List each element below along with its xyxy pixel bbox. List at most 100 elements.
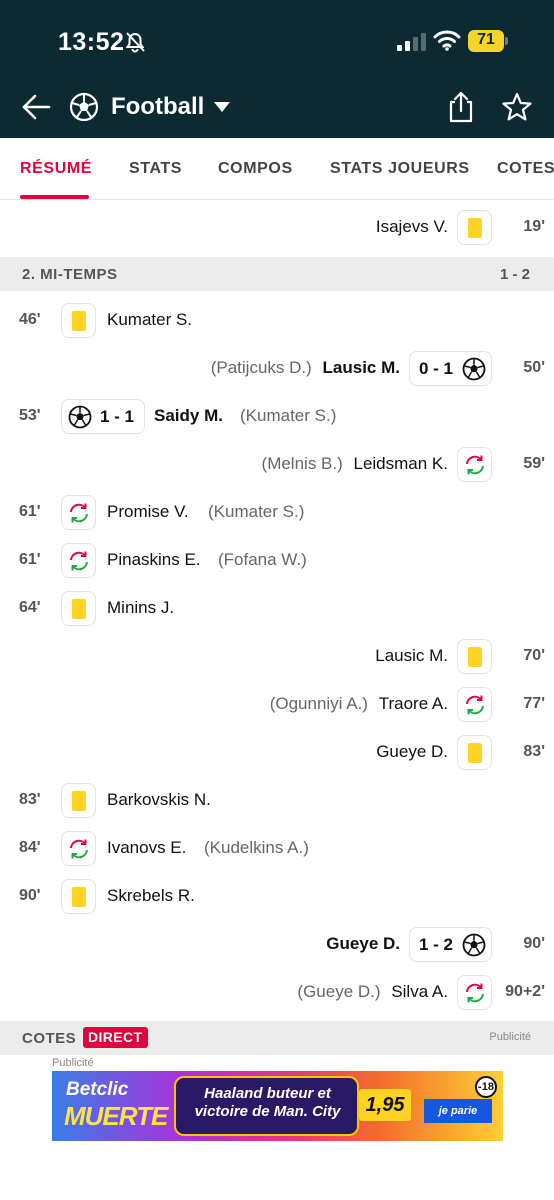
signal-icon bbox=[397, 33, 426, 51]
half-score: 1 - 2 bbox=[499, 266, 530, 283]
event-player: Lausic M. bbox=[375, 646, 448, 665]
ad-cta-button[interactable]: je parie bbox=[424, 1099, 492, 1123]
tab-resume[interactable]: RÉSUMÉ bbox=[20, 160, 92, 178]
event-row: 83' Barkovskis N. bbox=[0, 777, 554, 825]
sport-selector-title[interactable]: Football bbox=[111, 93, 204, 121]
event-minute: 90' bbox=[523, 935, 545, 952]
substitution-icon bbox=[61, 495, 96, 530]
event-player: Minins J. bbox=[107, 598, 175, 617]
ad-banner[interactable]: Betclic MUERTE Haaland buteur et victoir… bbox=[52, 1071, 503, 1141]
live-badge: DIRECT bbox=[83, 1027, 148, 1048]
event-player: Saidy M. bbox=[154, 406, 223, 425]
event-player-group: (Melnis B.) Leidsman K. bbox=[262, 454, 448, 474]
status-bar: 13:52 71 bbox=[0, 0, 554, 78]
age-restriction-badge: -18 bbox=[475, 1076, 497, 1098]
event-player: Traore A. bbox=[378, 694, 448, 713]
ad-label: Publicité bbox=[489, 1031, 531, 1043]
event-player-group: (Patijcuks D.) Lausic M. bbox=[211, 358, 400, 378]
tab-compos[interactable]: COMPOS bbox=[218, 160, 293, 178]
event-player: Ivanovs E. bbox=[107, 838, 187, 857]
event-row: Gueye D. 83' bbox=[0, 729, 554, 777]
event-row: Gueye D. 1 - 2 90' bbox=[0, 921, 554, 969]
ad-odd-value[interactable]: 1,95 bbox=[359, 1089, 411, 1121]
football-icon[interactable] bbox=[69, 92, 99, 122]
event-player: Silva A. bbox=[391, 982, 448, 1001]
event-minute: 61' bbox=[19, 503, 41, 520]
event-row: 84' Ivanovs E. (Kudelkins A.) bbox=[0, 825, 554, 873]
yellow-card-icon bbox=[457, 639, 492, 674]
tab-cotes[interactable]: COTES bbox=[497, 160, 554, 178]
section-header-second-half: 2. MI-TEMPS 1 - 2 bbox=[0, 257, 554, 291]
event-assist: (Patijcuks D.) bbox=[210, 358, 312, 377]
back-arrow-icon[interactable] bbox=[20, 91, 52, 123]
ad-brand-name: Betclic bbox=[66, 1079, 129, 1100]
event-row: (Gueye D.) Silva A. 90+2' bbox=[0, 969, 554, 1017]
goal-score: 0 - 1 bbox=[419, 359, 454, 378]
event-player: Skrebels R. bbox=[107, 886, 195, 905]
yellow-card-icon bbox=[61, 303, 96, 338]
event-assist: (Kumater S.) bbox=[208, 502, 305, 521]
event-minute: 59' bbox=[523, 455, 545, 472]
odds-section-header: COTES DIRECT Publicité bbox=[0, 1021, 554, 1055]
share-icon[interactable] bbox=[446, 90, 476, 124]
event-minute: 53' bbox=[19, 407, 41, 424]
event-row: Isajevs V. 19' bbox=[0, 204, 554, 252]
event-row: 53' 1 - 1 Saidy M. (Kumater S.) bbox=[0, 393, 554, 441]
event-player: Lausic M. bbox=[322, 358, 400, 377]
match-tabs: RÉSUMÉ STATS COMPOS STATS JOUEURS COTES bbox=[0, 138, 554, 200]
yellow-card-icon bbox=[61, 783, 96, 818]
event-assist: (Fofana W.) bbox=[218, 550, 307, 569]
ad-brand-slogan: MUERTE bbox=[64, 1101, 168, 1131]
tab-stats-joueurs[interactable]: STATS JOUEURS bbox=[330, 160, 470, 178]
ad-label: Publicité bbox=[52, 1057, 94, 1069]
event-player-group: (Ogunniyi A.) Traore A. bbox=[270, 694, 448, 714]
event-player: Promise V. bbox=[107, 502, 189, 521]
event-row: Lausic M. 70' bbox=[0, 633, 554, 681]
favorite-star-icon[interactable] bbox=[501, 91, 533, 123]
event-minute: 77' bbox=[523, 695, 545, 712]
battery-cap bbox=[505, 37, 508, 45]
event-assist: (Gueye D.) bbox=[297, 982, 381, 1001]
substitution-icon bbox=[457, 975, 492, 1010]
event-player: Gueye D. bbox=[326, 934, 400, 953]
ad-message: Haaland buteur et victoire de Man. City bbox=[194, 1085, 341, 1120]
event-player: Isajevs V. bbox=[375, 217, 448, 236]
event-player: Barkovskis N. bbox=[107, 790, 211, 809]
event-player-group: (Gueye D.) Silva A. bbox=[297, 982, 448, 1002]
battery-indicator: 71 bbox=[468, 30, 508, 52]
event-player: Pinaskins E. bbox=[107, 550, 201, 569]
app-header: Football bbox=[0, 78, 554, 138]
event-row: 64' Minins J. bbox=[0, 585, 554, 633]
event-row: (Melnis B.) Leidsman K. 59' bbox=[0, 441, 554, 489]
event-assist: (Kumater S.) bbox=[240, 406, 337, 425]
battery-level: 71 bbox=[477, 31, 495, 48]
goal-score: 1 - 2 bbox=[419, 935, 454, 954]
event-row: 90' Skrebels R. bbox=[0, 873, 554, 921]
event-minute: 90' bbox=[19, 887, 41, 904]
chevron-down-icon[interactable] bbox=[212, 100, 232, 114]
event-row: (Patijcuks D.) Lausic M. 0 - 1 50' bbox=[0, 345, 554, 393]
yellow-card-icon bbox=[61, 591, 96, 626]
goal-ball-icon bbox=[68, 405, 92, 429]
odds-title: COTES bbox=[22, 1030, 77, 1047]
active-tab-indicator bbox=[20, 195, 89, 199]
substitution-icon bbox=[457, 687, 492, 722]
event-minute: 19' bbox=[523, 218, 545, 235]
event-minute: 90+2' bbox=[505, 983, 545, 1000]
event-minute: 84' bbox=[19, 839, 41, 856]
substitution-icon bbox=[61, 543, 96, 578]
event-minute: 50' bbox=[523, 359, 545, 376]
event-player: Kumater S. bbox=[107, 310, 193, 329]
goal-score-box: 1 - 2 bbox=[409, 927, 492, 962]
status-time: 13:52 bbox=[58, 28, 125, 56]
tab-stats[interactable]: STATS bbox=[129, 160, 182, 178]
event-row: 46' Kumater S. bbox=[0, 297, 554, 345]
ad-message-box: Haaland buteur et victoire de Man. City bbox=[174, 1076, 359, 1136]
yellow-card-icon bbox=[457, 210, 492, 245]
event-row: 61' Promise V. (Kumater S.) bbox=[0, 489, 554, 537]
event-assist: (Ogunniyi A.) bbox=[269, 694, 368, 713]
event-player: Gueye D. bbox=[376, 742, 448, 761]
event-minute: 70' bbox=[523, 647, 545, 664]
goal-score: 1 - 1 bbox=[100, 407, 135, 426]
goal-score-box: 1 - 1 bbox=[61, 399, 145, 434]
